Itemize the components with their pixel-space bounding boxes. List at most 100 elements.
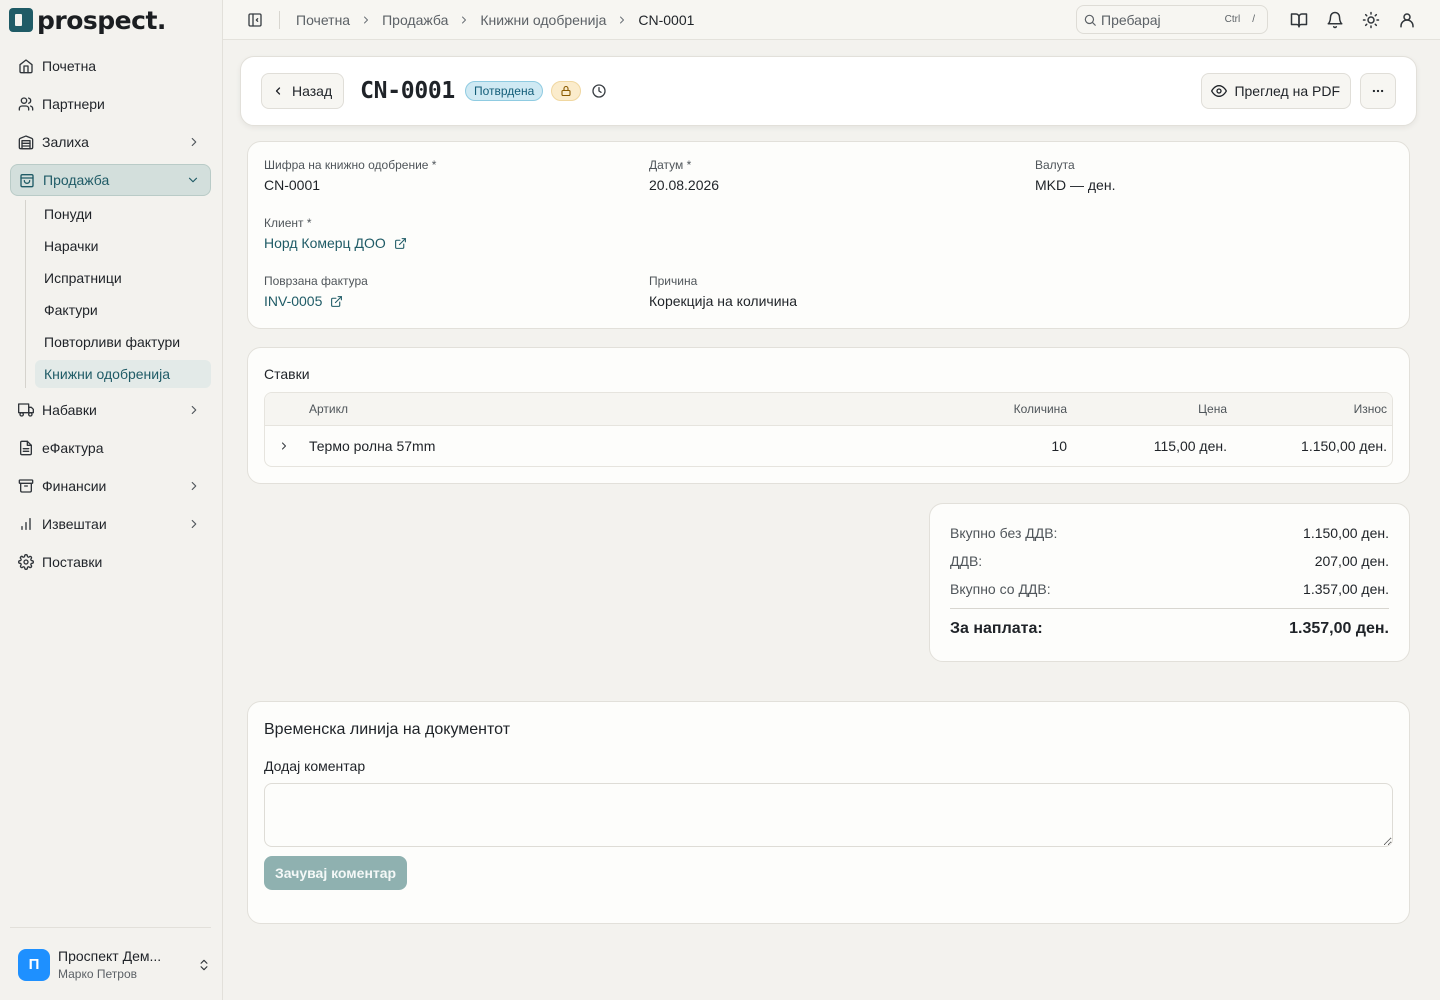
breadcrumb-home[interactable]: Почетна	[296, 12, 350, 28]
chevron-right-icon	[191, 519, 197, 529]
field-value: Корекција на количина	[649, 293, 798, 309]
total-net-label: Вкупно без ДДВ:	[950, 525, 1058, 541]
pdf-preview-button[interactable]: Преглед на PDF	[1201, 73, 1351, 109]
subnav-item-credit-notes[interactable]: Книжни одобренија	[35, 360, 211, 388]
sun-icon[interactable]	[1362, 11, 1380, 29]
column-header-quantity: Количина	[1013, 402, 1067, 416]
sidebar-item-purchases[interactable]: Набавки	[10, 394, 211, 426]
field-label: Поврзана фактура	[264, 274, 368, 288]
total-due-value: 1.357,00 ден.	[1289, 620, 1389, 637]
back-button[interactable]: Назад	[261, 73, 345, 109]
field-currency: Валута MKD — ден.	[1035, 158, 1115, 193]
sidebar-item-partners[interactable]: Партнери	[10, 88, 211, 120]
client-link[interactable]: Норд Комерц ДОО	[264, 235, 407, 251]
expand-row-button[interactable]	[278, 426, 290, 466]
chevron-right-icon	[191, 481, 197, 491]
save-comment-button[interactable]: Зачувај коментар	[264, 856, 408, 890]
user-name: Марко Петров	[58, 966, 137, 981]
clock-icon[interactable]	[591, 83, 607, 99]
sales-subnav: Понуди Нарачки Испратници Фактури Повтор…	[25, 200, 211, 388]
lock-icon	[561, 85, 571, 97]
chevron-right-icon	[191, 137, 197, 147]
breadcrumb: Почетна Продажба Книжни одобренија CN-00…	[296, 12, 694, 28]
subnav-item-quotes[interactable]: Понуди	[35, 200, 211, 228]
sidebar: prospect. Почетна Партнери Залиха Продаж…	[0, 0, 223, 1000]
column-header-amount: Износ	[1353, 402, 1387, 416]
sidebar-item-label: еФактура	[42, 440, 104, 456]
section-title: Временска линија на документот	[264, 721, 511, 738]
sidebar-item-home[interactable]: Почетна	[10, 50, 211, 82]
book-icon[interactable]	[1290, 11, 1308, 29]
content: Назад CN-0001 Потврдена Преглед на PDF Ш…	[240, 56, 1417, 924]
header-actions: Преглед на PDF	[1201, 73, 1396, 109]
sidebar-item-finance[interactable]: Финансии	[10, 470, 211, 502]
external-link-icon	[331, 295, 343, 307]
total-vat-value: 207,00 ден.	[1314, 553, 1389, 569]
bar-chart-icon	[21, 518, 31, 530]
chevron-right-icon	[281, 442, 287, 450]
account-info: Проспект Дем... Марко Петров	[58, 948, 197, 981]
shopping-bag-icon	[20, 174, 34, 188]
search-shortcut: Ctrl /	[1219, 12, 1261, 27]
subnav-item-deliveries[interactable]: Испратници	[35, 264, 211, 292]
main-nav: Почетна Партнери Залиха Продажба Понуди …	[10, 50, 211, 584]
subnav-item-recurring-invoices[interactable]: Повторливи фактури	[35, 328, 211, 356]
sidebar-toggle-icon[interactable]	[247, 12, 263, 28]
more-horizontal-icon	[1372, 89, 1384, 93]
sidebar-item-einvoice[interactable]: еФактура	[10, 432, 211, 464]
total-gross-value: 1.357,00 ден.	[1303, 581, 1389, 597]
sidebar-item-reports[interactable]: Извештаи	[10, 508, 211, 540]
logo[interactable]: prospect.	[0, 0, 222, 40]
invoice-number: INV-0005	[264, 293, 323, 309]
sidebar-item-label: Почетна	[42, 58, 97, 74]
divider	[950, 608, 1389, 609]
page-title: CN-0001	[360, 78, 455, 104]
archive-icon	[18, 479, 34, 493]
field-reason: Причина Корекција на количина	[649, 274, 797, 309]
account-switcher[interactable]: П Проспект Дем... Марко Петров	[10, 927, 211, 981]
breadcrumb-credit-notes[interactable]: Книжни одобренија	[480, 12, 606, 28]
user-icon[interactable]	[1398, 11, 1416, 29]
sidebar-item-inventory[interactable]: Залиха	[10, 126, 211, 158]
invoice-link[interactable]: INV-0005	[264, 293, 368, 309]
field-date: Датум * 20.08.2026	[649, 158, 719, 193]
bell-icon[interactable]	[1326, 11, 1344, 29]
total-net: Вкупно без ДДВ: 1.150,00 ден.	[950, 525, 1389, 541]
chevron-right-icon	[191, 405, 197, 415]
breadcrumb-sales[interactable]: Продажба	[382, 12, 448, 28]
field-label: Клиент *	[264, 216, 312, 230]
column-header-price: Цена	[1198, 402, 1227, 416]
cell-amount: 1.150,00 ден.	[1301, 438, 1387, 454]
sidebar-item-settings[interactable]: Поставки	[10, 546, 211, 578]
breadcrumb-current: CN-0001	[638, 11, 695, 28]
subnav-item-orders[interactable]: Нарачки	[35, 232, 211, 260]
lock-badge	[551, 81, 582, 101]
sidebar-item-label: Набавки	[42, 402, 97, 418]
sidebar-item-label: Извештаи	[42, 516, 107, 532]
sidebar-item-label: Залиха	[42, 134, 89, 150]
column-header-article: Артикл	[309, 402, 348, 416]
field-code: Шифра на книжно одобрение * CN-0001	[264, 158, 436, 193]
search-input[interactable]	[1101, 11, 1201, 28]
total-gross-label: Вкупно со ДДВ:	[950, 581, 1051, 597]
topbar-actions: Ctrl /	[1076, 5, 1416, 34]
total-vat: ДДВ: 207,00 ден.	[950, 553, 1389, 569]
comment-textarea[interactable]	[264, 783, 1393, 847]
field-related-invoice: Поврзана фактура INV-0005	[264, 274, 368, 309]
field-value: CN-0001	[264, 177, 321, 193]
field-label: Шифра на книжно одобрение *	[264, 158, 437, 172]
home-icon	[19, 59, 33, 74]
field-value: MKD — ден.	[1035, 177, 1116, 193]
search-box[interactable]: Ctrl /	[1076, 5, 1268, 34]
subnav-item-invoices[interactable]: Фактури	[35, 296, 211, 324]
gear-icon	[18, 554, 34, 570]
field-label: Причина	[649, 274, 698, 288]
table-row[interactable]: Термо ролна 57mm 10 115,00 ден. 1.150,00…	[265, 426, 1392, 466]
truck-icon	[18, 403, 34, 417]
chevron-left-icon	[275, 87, 281, 95]
timeline-card: Временска линија на документот Додај ком…	[247, 701, 1410, 924]
chevron-right-icon	[462, 16, 467, 23]
pdf-preview-label: Преглед на PDF	[1234, 83, 1340, 99]
more-options-button[interactable]	[1360, 73, 1396, 109]
sidebar-item-sales[interactable]: Продажба	[10, 164, 211, 196]
